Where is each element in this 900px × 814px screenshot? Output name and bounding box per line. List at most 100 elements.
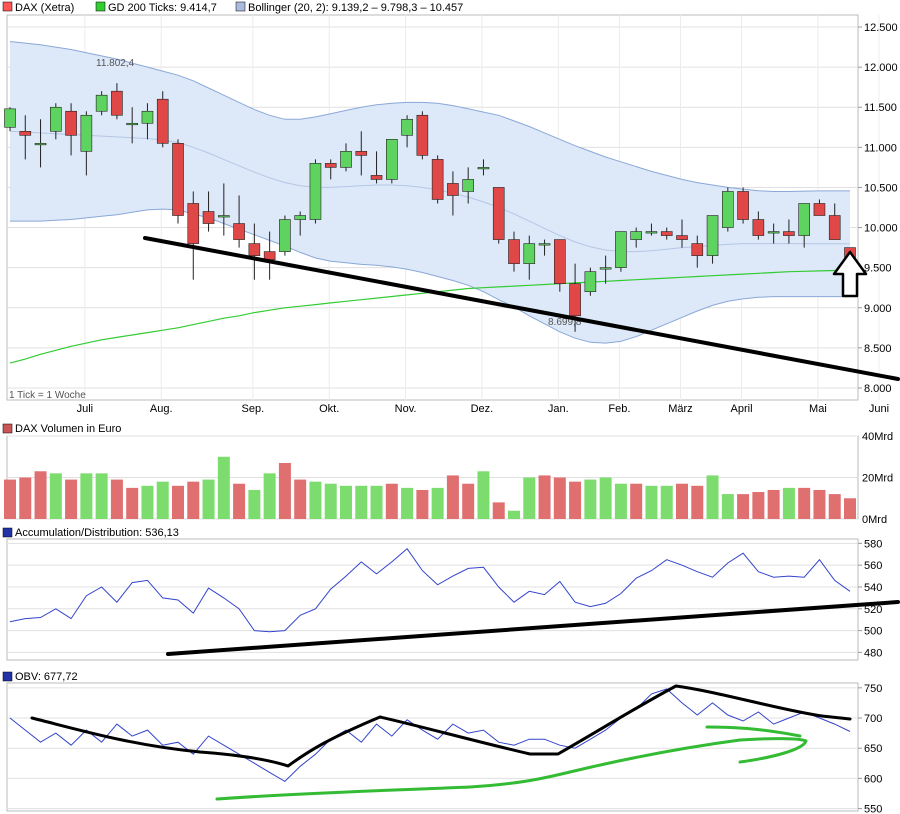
candle-down bbox=[508, 239, 520, 264]
month-label: Okt. bbox=[319, 403, 339, 415]
month-axis: Juli Aug. Sep. Okt. Nov. Dez. Jan. Feb. März Apri… bbox=[77, 403, 890, 415]
candle-down bbox=[248, 243, 261, 256]
month-label: Nov. bbox=[395, 403, 417, 415]
candle-down bbox=[554, 239, 566, 284]
legend-swatch-obv bbox=[2, 671, 13, 682]
obv-y-axis: 750 700 650 600 550 bbox=[858, 683, 882, 814]
candle-down bbox=[569, 283, 581, 317]
legend-swatch-ad bbox=[2, 527, 13, 538]
candle-up bbox=[126, 122, 138, 126]
candle-down bbox=[324, 163, 337, 168]
volume-bar bbox=[202, 479, 215, 519]
volume-bar bbox=[782, 487, 795, 519]
volume-bar bbox=[508, 510, 520, 519]
volume-y-axis: 40Mrd 20Mrd 0Mrd bbox=[862, 431, 893, 526]
ad-tick-label: 500 bbox=[864, 626, 882, 638]
candle-up bbox=[462, 179, 474, 192]
volume-bar bbox=[844, 498, 856, 519]
ad-panel: Accumulation/Distribution: 536,13 580 560… bbox=[2, 527, 900, 661]
volume-bar bbox=[141, 485, 154, 519]
candle-down bbox=[431, 159, 444, 200]
volume-tick-label: 40Mrd bbox=[862, 431, 893, 443]
volume-panel: DAX Volumen in Euro 40Mrd 20Mrd 0Mrd bbox=[2, 423, 893, 526]
volume-bar bbox=[156, 481, 169, 519]
candle-up bbox=[80, 114, 93, 152]
candle-down bbox=[492, 187, 505, 240]
candle-up bbox=[294, 215, 306, 220]
volume-bar bbox=[416, 489, 429, 519]
price-tick-label: 12.500 bbox=[864, 22, 898, 34]
tick-note: 1 Tick = 1 Woche bbox=[9, 390, 86, 401]
legend-swatch-dax bbox=[2, 1, 13, 12]
candle-down bbox=[202, 211, 215, 224]
volume-bar bbox=[126, 487, 139, 519]
legend-bollinger: Bollinger (20, 2): 9.139,2 – 9.798,3 – 1… bbox=[248, 2, 463, 14]
month-label: März bbox=[668, 403, 692, 415]
candle-down bbox=[65, 110, 77, 136]
price-tick-label: 11.500 bbox=[864, 102, 897, 114]
obv-plot-frame bbox=[6, 682, 859, 812]
candle-up bbox=[523, 243, 536, 264]
volume-bar bbox=[538, 475, 551, 519]
legend-swatch-gd200 bbox=[95, 1, 106, 12]
ad-tick-label: 480 bbox=[864, 647, 882, 659]
legend-gd200: GD 200 Ticks: 9.414,7 bbox=[108, 2, 217, 14]
volume-bar bbox=[813, 489, 826, 519]
month-label: Dez. bbox=[471, 403, 494, 415]
volume-bar bbox=[492, 502, 505, 519]
volume-bar bbox=[630, 483, 643, 519]
volume-bar bbox=[660, 485, 673, 519]
obv-panel: OBV: 677,72 750 700 650 600 550 bbox=[2, 671, 882, 814]
volume-bar bbox=[324, 483, 337, 519]
legend-obv: OBV: 677,72 bbox=[15, 671, 78, 683]
volume-bar bbox=[110, 479, 123, 519]
ad-tick-label: 560 bbox=[864, 560, 882, 572]
ad-tick-label: 540 bbox=[864, 582, 882, 594]
candle-up bbox=[401, 118, 413, 136]
legend-swatch-bollinger bbox=[235, 1, 246, 12]
candle-down bbox=[416, 114, 429, 156]
candle-up bbox=[630, 231, 642, 240]
volume-bar bbox=[294, 479, 307, 519]
volume-bar bbox=[431, 487, 444, 519]
candle-up bbox=[615, 231, 627, 268]
month-label: Jan. bbox=[548, 403, 569, 415]
volume-tick-label: 0Mrd bbox=[862, 514, 887, 526]
month-label: Sep. bbox=[242, 403, 265, 415]
obv-tick-label: 750 bbox=[864, 683, 882, 695]
candle-down bbox=[660, 231, 673, 236]
candle-down bbox=[263, 251, 276, 260]
candle-down bbox=[355, 151, 368, 156]
candle-up bbox=[599, 267, 612, 270]
candle-down bbox=[783, 231, 795, 236]
volume-bar bbox=[706, 475, 719, 519]
volume-bar bbox=[34, 471, 47, 519]
candle-up bbox=[50, 106, 62, 132]
volume-bar bbox=[553, 477, 566, 519]
volume-bar bbox=[584, 479, 597, 519]
volume-bar bbox=[614, 483, 627, 519]
candle-down bbox=[828, 215, 841, 240]
volume-bar bbox=[4, 479, 16, 519]
ad-tick-label: 580 bbox=[864, 538, 882, 550]
volume-bar bbox=[737, 494, 750, 519]
candle-down bbox=[187, 203, 200, 244]
candle-up bbox=[477, 167, 490, 170]
candle-up bbox=[95, 94, 108, 112]
volume-bar bbox=[798, 487, 811, 519]
volume-bar bbox=[19, 477, 32, 519]
candle-up bbox=[279, 219, 291, 252]
legend-swatch-volume bbox=[2, 423, 13, 434]
volume-bar bbox=[217, 456, 230, 519]
month-label: Aug. bbox=[150, 403, 173, 415]
obv-tick-label: 600 bbox=[864, 773, 882, 785]
volume-bar bbox=[233, 483, 246, 519]
volume-bar bbox=[691, 485, 704, 519]
candle-down bbox=[737, 191, 749, 220]
candle-down bbox=[172, 143, 184, 216]
month-label: Juni bbox=[869, 403, 889, 415]
volume-bar bbox=[645, 485, 658, 519]
candle-up bbox=[218, 215, 230, 218]
candle-up bbox=[722, 191, 734, 228]
ad-y-axis: 580560540520500480 bbox=[858, 538, 882, 659]
